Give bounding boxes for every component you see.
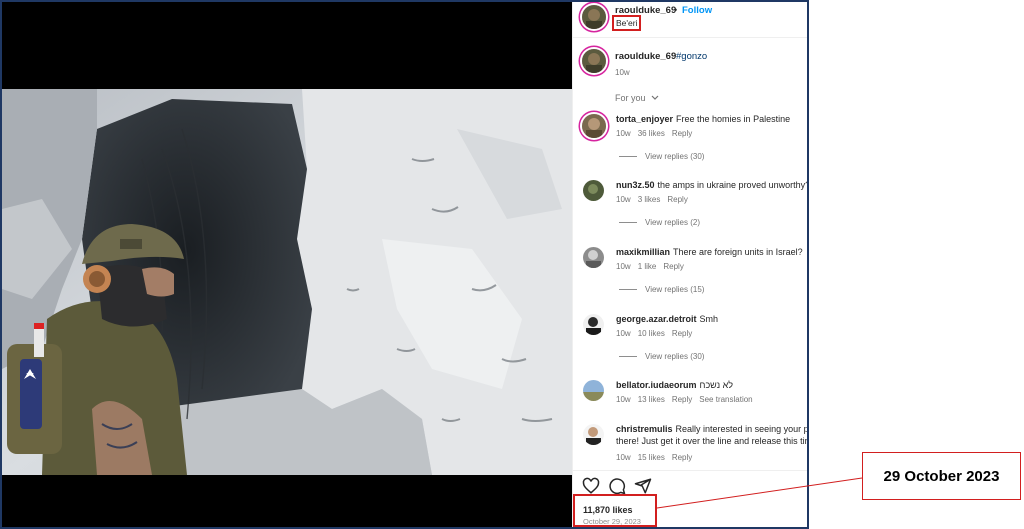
comment-meta: 10w 36 likes Reply — [616, 129, 699, 138]
comment-text-line-2: there! Just get it over the line and rel… — [616, 436, 808, 446]
separator-dot: • — [674, 5, 678, 15]
caption-username[interactable]: raoulduke_69 — [615, 51, 676, 62]
reply-button[interactable]: Reply — [663, 262, 683, 271]
commenter-username[interactable]: nun3z.50 — [616, 180, 655, 190]
share-icon[interactable] — [634, 477, 652, 495]
comment-likes[interactable]: 15 likes — [638, 453, 665, 462]
replies-divider — [619, 356, 637, 358]
view-replies-label: View replies (30) — [645, 152, 705, 161]
soldier-photo-image — [2, 89, 572, 475]
replies-divider — [619, 289, 637, 291]
commenter-avatar[interactable] — [583, 247, 604, 268]
reply-button[interactable]: Reply — [672, 129, 692, 138]
commenter-avatar[interactable] — [583, 180, 604, 201]
caption-time: 10w — [615, 68, 630, 77]
reply-button[interactable]: Reply — [672, 329, 692, 338]
commenter-username[interactable]: george.azar.detroit — [616, 314, 697, 324]
comments-filter[interactable]: For you — [615, 93, 659, 103]
caption-avatar[interactable] — [582, 49, 606, 73]
commenter-username[interactable]: maxikmillian — [616, 247, 670, 257]
comment-body: There are foreign units in Israel? — [673, 247, 803, 257]
comment-icon[interactable] — [608, 477, 626, 495]
date-annotation: 29 October 2023 — [862, 452, 1021, 500]
comment-meta: 10w 10 likes Reply — [616, 329, 699, 338]
date-highlight-box — [573, 494, 657, 527]
comment-text-line: george.azar.detroit Smh — [616, 314, 807, 324]
comment-time: 10w — [616, 129, 631, 138]
comment-text-line: nun3z.50 the amps in ukraine proved unwor… — [616, 180, 809, 190]
comment-item: maxikmillian There are foreign units in I… — [573, 247, 807, 309]
comment-body: the amps in ukraine proved unworthy? — [657, 180, 809, 190]
comment-meta: 10w 13 likes Reply See translation — [616, 395, 760, 404]
commenter-avatar[interactable] — [582, 114, 606, 138]
comment-likes[interactable]: 3 likes — [638, 195, 661, 204]
comment-text-line: torta_enjoyer Free the homies in Palestin… — [616, 114, 807, 124]
post-photo[interactable] — [2, 89, 572, 475]
comments-filter-label: For you — [615, 93, 646, 103]
comment-time: 10w — [616, 329, 631, 338]
comment-time: 10w — [616, 262, 631, 271]
post-side-panel: raoulduke_69 • Follow Be'eri raoulduke_6… — [572, 2, 809, 527]
comment-likes[interactable]: 13 likes — [638, 395, 665, 404]
view-replies-button[interactable]: View replies (30) — [619, 352, 704, 361]
commenter-avatar[interactable] — [583, 314, 604, 335]
comment-text-line: maxikmillian There are foreign units in I… — [616, 247, 807, 257]
commenter-username[interactable]: bellator.iudaeorum — [616, 380, 697, 390]
comment-item: nun3z.50 the amps in ukraine proved unwor… — [573, 180, 809, 242]
replies-divider — [619, 222, 637, 224]
instagram-post-window: raoulduke_69 • Follow Be'eri raoulduke_6… — [0, 0, 809, 529]
reply-button[interactable]: Reply — [672, 395, 692, 404]
author-avatar[interactable] — [582, 5, 606, 29]
reply-button[interactable]: Reply — [672, 453, 692, 462]
comment-meta: 10w 15 likes Reply — [616, 453, 699, 462]
comment-body: Really interested in seeing your pe — [675, 424, 809, 434]
view-replies-label: View replies (2) — [645, 218, 700, 227]
commenter-avatar[interactable] — [583, 424, 604, 445]
comment-time: 10w — [616, 453, 631, 462]
comment-time: 10w — [616, 195, 631, 204]
date-annotation-label: 29 October 2023 — [883, 467, 1000, 485]
comment-likes[interactable]: 36 likes — [638, 129, 665, 138]
comment-text-line: bellator.iudaeorum לא נשכח — [616, 380, 807, 390]
comment-likes[interactable]: 1 like — [638, 262, 657, 271]
commenter-username[interactable]: christremulis — [616, 424, 673, 434]
commenter-avatar[interactable] — [583, 380, 604, 401]
follow-button[interactable]: Follow — [682, 5, 712, 16]
commenter-username[interactable]: torta_enjoyer — [616, 114, 673, 124]
comment-body: Free the homies in Palestine — [676, 114, 791, 124]
comment-item: george.azar.detroit Smh 10w 10 likes Reply … — [573, 314, 807, 376]
view-replies-button[interactable]: View replies (30) — [619, 152, 704, 161]
view-replies-button[interactable]: View replies (15) — [619, 285, 704, 294]
view-replies-label: View replies (15) — [645, 285, 705, 294]
heart-icon[interactable] — [582, 477, 600, 495]
view-replies-label: View replies (30) — [645, 352, 705, 361]
see-translation-button[interactable]: See translation — [699, 395, 752, 404]
comment-meta: 10w 1 like Reply — [616, 262, 691, 271]
post-media — [2, 2, 572, 527]
comment-item: torta_enjoyer Free the homies in Palestin… — [573, 114, 807, 176]
comment-body: Smh — [699, 314, 719, 324]
view-replies-button[interactable]: View replies (2) — [619, 218, 700, 227]
comment-likes[interactable]: 10 likes — [638, 329, 665, 338]
post-header: raoulduke_69 • Follow Be'eri — [573, 2, 807, 38]
comment-body: לא נשכח — [699, 380, 733, 390]
reply-button[interactable]: Reply — [667, 195, 687, 204]
caption-hashtag[interactable]: #gonzo — [676, 51, 707, 62]
comment-time: 10w — [616, 395, 631, 404]
post-location[interactable]: Be'eri — [612, 15, 642, 31]
comment-text-line: christremulis Really interested in seeing… — [616, 424, 809, 434]
chevron-down-icon — [651, 93, 659, 103]
replies-divider — [619, 156, 637, 158]
comment-meta: 10w 3 likes Reply — [616, 195, 695, 204]
